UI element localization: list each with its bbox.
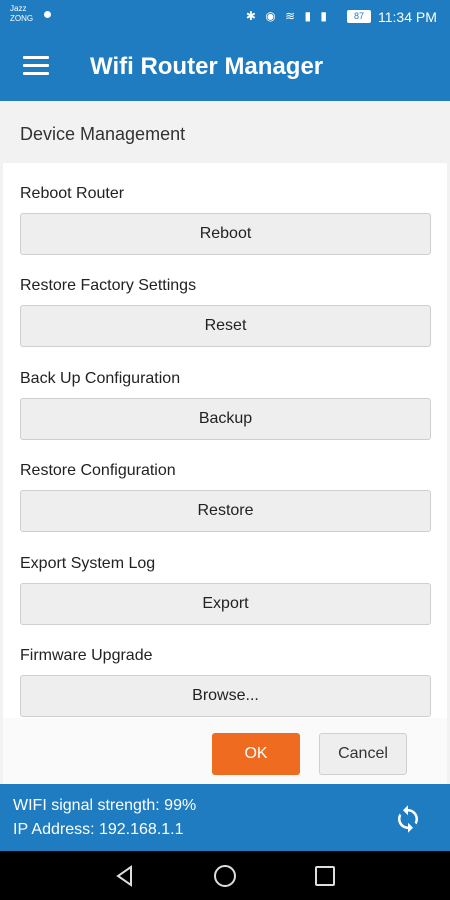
hamburger-menu-icon[interactable] [23,56,49,76]
carrier-line-2: ZONG [10,14,34,23]
info-bar: WIFI signal strength: 99% IP Address: 19… [0,784,450,851]
backup-config-label: Back Up Configuration [20,370,181,387]
clock: 11:34 PM [378,9,437,25]
battery-icon: 87 [347,10,371,23]
recents-nav-icon[interactable] [312,863,338,889]
restore-button[interactable]: Restore [20,490,431,532]
home-nav-icon[interactable] [212,863,238,889]
export-button[interactable]: Export [20,583,431,625]
device-management-card: Reboot Router Reboot Restore Factory Set… [3,163,447,718]
navigation-bar [0,851,450,900]
reset-button[interactable]: Reset [20,305,431,347]
wifi-signal-strength: WIFI signal strength: 99% [13,797,197,814]
app-title: Wifi Router Manager [90,53,324,80]
status-bar: Jazz ZONG ✱ ◉ ≋ ▮ ▮ 87 11:34 PM [0,0,450,34]
ip-address: IP Address: 192.168.1.1 [13,821,184,838]
reboot-button[interactable]: Reboot [20,213,431,255]
reboot-router-label: Reboot Router [20,185,125,202]
browse-button[interactable]: Browse... [20,675,431,717]
carrier-label: Jazz ZONG [10,4,33,24]
app-bar: Wifi Router Manager [0,34,450,101]
refresh-icon[interactable] [393,804,423,834]
status-icons: ✱ ◉ ≋ ▮ ▮ [245,9,330,23]
carrier-line-1: Jazz [10,4,27,13]
backup-button[interactable]: Backup [20,398,431,440]
back-nav-icon[interactable] [112,863,138,889]
cancel-button[interactable]: Cancel [319,733,407,775]
restore-config-label: Restore Configuration [20,462,176,479]
restore-factory-label: Restore Factory Settings [20,277,197,294]
firmware-upgrade-label: Firmware Upgrade [20,647,153,664]
notification-dot-icon [44,11,51,18]
export-log-label: Export System Log [20,555,156,572]
ok-button[interactable]: OK [212,733,300,775]
section-title: Device Management [20,124,186,144]
